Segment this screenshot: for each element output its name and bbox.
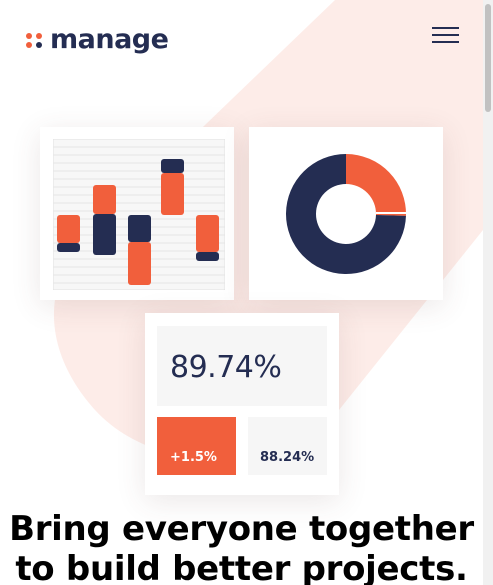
- donut-chart: [286, 154, 407, 274]
- bar-chart-bar: [57, 215, 80, 243]
- hero-headline: Bring everyone together to build better …: [0, 509, 483, 585]
- scrollbar-thumb[interactable]: [485, 4, 491, 112]
- bar-chart-bar: [93, 185, 116, 214]
- main-stat-panel: 89.74%: [157, 326, 327, 406]
- bar-chart-bar: [161, 159, 184, 173]
- hamburger-menu-icon[interactable]: [432, 26, 459, 46]
- hero-headline-line-1: Bring everyone together: [9, 509, 474, 549]
- logo[interactable]: manage: [26, 24, 169, 56]
- hero-headline-line-2: to build better projects.: [15, 549, 468, 585]
- scrollbar[interactable]: [483, 0, 493, 585]
- bar-chart-bar: [128, 215, 151, 242]
- secondary-stat-value: 88.24%: [260, 450, 315, 465]
- bar-chart: [53, 139, 225, 290]
- site-header: manage: [0, 0, 483, 80]
- donut-chart-slice: [346, 154, 406, 216]
- logo-mark-icon: [26, 31, 44, 49]
- donut-chart-gap: [376, 212, 407, 214]
- main-stat-value: 89.74%: [170, 350, 282, 385]
- change-stat-value: +1.5%: [170, 450, 217, 465]
- change-stat-panel: +1.5%: [157, 417, 236, 475]
- bar-chart-bar: [161, 173, 184, 215]
- bar-chart-bar: [57, 243, 80, 252]
- stats-card: 89.74% +1.5% 88.24%: [145, 313, 339, 495]
- logo-text: manage: [50, 24, 169, 55]
- bar-chart-bar: [128, 242, 151, 285]
- bar-chart-card: [40, 127, 234, 300]
- bar-chart-bar: [196, 215, 219, 252]
- secondary-stat-panel: 88.24%: [248, 417, 327, 475]
- page: manage 89.74% +1.5% 88.24% Bring everyon…: [0, 0, 493, 585]
- donut-chart-card: [249, 127, 443, 300]
- bar-chart-bar: [196, 252, 219, 261]
- bar-chart-bar: [93, 214, 116, 255]
